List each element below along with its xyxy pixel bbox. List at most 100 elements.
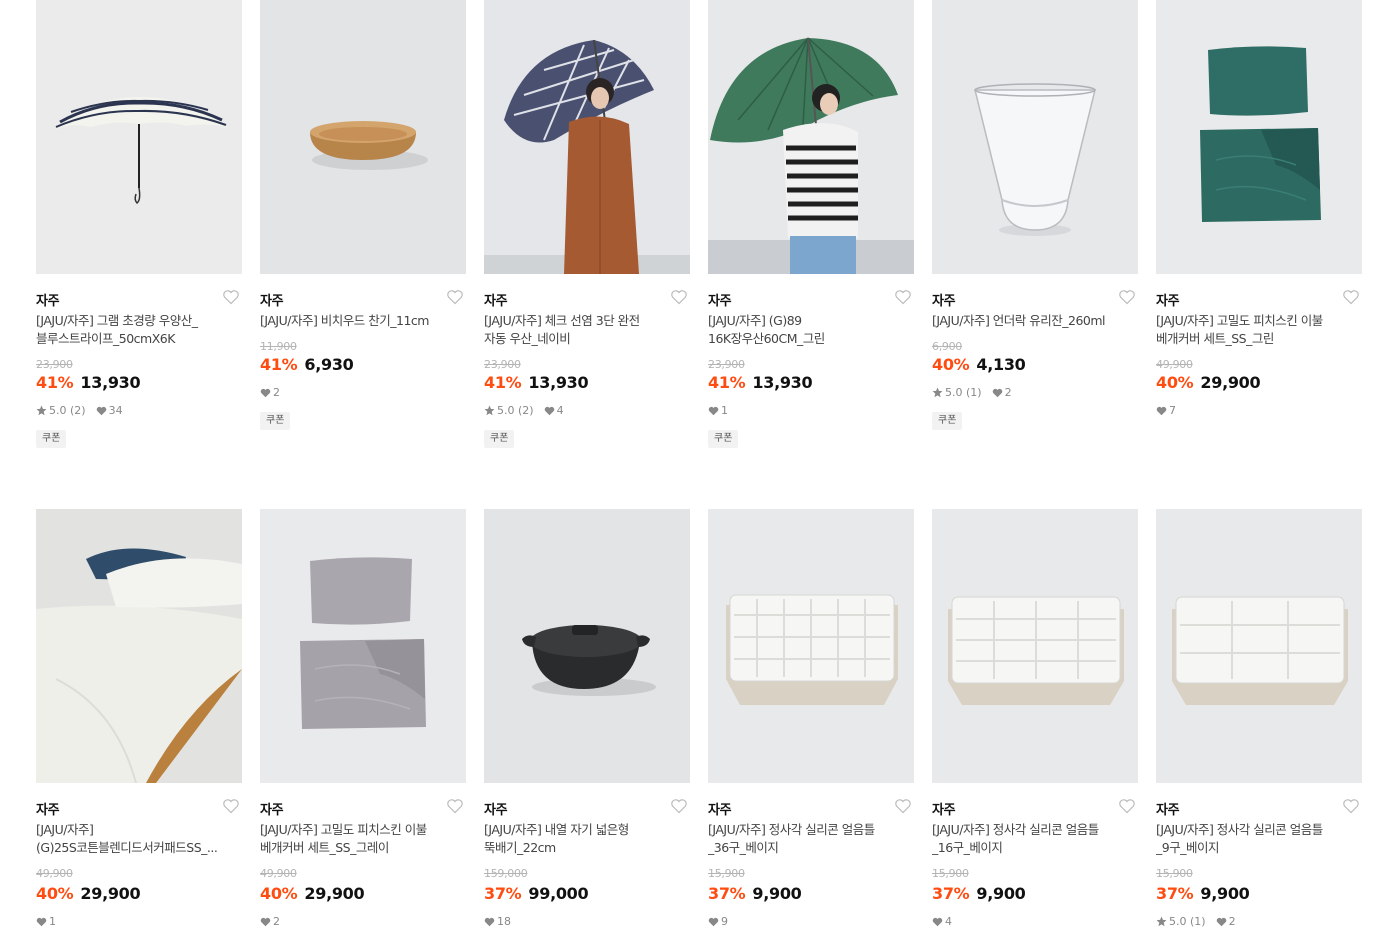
- product-name[interactable]: [JAJU/자주] 내열 자기 넓은형 뚝배기_22cm: [484, 821, 688, 857]
- sale-price: 9,900: [752, 884, 802, 903]
- product-image-white-bed[interactable]: [36, 509, 242, 783]
- coupon-badge: 쿠폰: [932, 412, 963, 430]
- coupon-badge: 쿠폰: [708, 430, 739, 448]
- discount-rate: 41%: [484, 373, 522, 392]
- like-count: 2: [273, 915, 280, 928]
- rating: 5.0 (2): [49, 404, 86, 417]
- brand-name: 자주: [484, 294, 508, 309]
- heart-icon[interactable]: [1342, 798, 1360, 814]
- original-price: 49,900: [260, 867, 297, 880]
- product-image-gray-bedding[interactable]: [260, 509, 466, 783]
- sale-price: 29,900: [80, 884, 141, 903]
- heart-icon[interactable]: [894, 798, 912, 814]
- original-price: 15,900: [932, 867, 969, 880]
- sale-price: 13,930: [80, 373, 141, 392]
- product-image-ice-tray-16[interactable]: [932, 509, 1138, 783]
- discount-rate: 41%: [36, 373, 74, 392]
- heart-filled-icon: [1216, 917, 1226, 926]
- like-count: 9: [721, 915, 728, 928]
- heart-icon[interactable]: [222, 289, 240, 305]
- rating: 5.0 (1): [945, 386, 982, 399]
- heart-icon[interactable]: [894, 289, 912, 305]
- discount-rate: 37%: [932, 884, 970, 903]
- star-icon: [1156, 916, 1167, 927]
- original-price: 11,900: [260, 340, 297, 353]
- heart-icon[interactable]: [1118, 798, 1136, 814]
- sale-price: 29,900: [304, 884, 365, 903]
- rating: 5.0 (1): [1169, 915, 1206, 928]
- product-image-green-umbrella-model[interactable]: [708, 0, 914, 274]
- heart-icon[interactable]: [446, 798, 464, 814]
- heart-filled-icon: [992, 388, 1002, 397]
- discount-rate: 40%: [36, 884, 74, 903]
- original-price: 23,900: [708, 358, 745, 371]
- discount-rate: 37%: [484, 884, 522, 903]
- sale-price: 9,900: [1200, 884, 1250, 903]
- product-name[interactable]: [JAJU/자주] 고밀도 피치스킨 이불 베개커버 세트_SS_그레이: [260, 821, 464, 857]
- sale-price: 13,930: [528, 373, 589, 392]
- like-count: 2: [1228, 915, 1236, 928]
- heart-icon[interactable]: [222, 798, 240, 814]
- like-count: 2: [273, 386, 280, 399]
- heart-icon[interactable]: [1342, 289, 1360, 305]
- heart-filled-icon: [36, 917, 47, 926]
- product-image-rock-glass[interactable]: [932, 0, 1138, 274]
- product-image-green-bedding[interactable]: [1156, 0, 1362, 274]
- product-image-ice-tray-9[interactable]: [1156, 509, 1362, 783]
- product-image-striped-umbrella[interactable]: [36, 0, 242, 274]
- product-image-wood-bowl[interactable]: [260, 0, 466, 274]
- star-icon: [36, 405, 47, 416]
- product-name[interactable]: [JAJU/자주] 고밀도 피치스킨 이불 베개커버 세트_SS_그린: [1156, 312, 1360, 348]
- original-price: 159,000: [484, 867, 528, 880]
- brand-name: 자주: [932, 803, 956, 818]
- product-name[interactable]: [JAJU/자주] 그램 초경량 우양산_ 블루스트라이프_50cmX6K: [36, 312, 240, 348]
- heart-filled-icon: [708, 406, 719, 415]
- original-price: 23,900: [484, 358, 521, 371]
- product-image-black-pot[interactable]: [484, 509, 690, 783]
- like-count: 34: [108, 404, 123, 417]
- product-name[interactable]: [JAJU/자주] (G)89 16K장우산60CM_그린: [708, 312, 912, 348]
- like-count: 4: [556, 404, 564, 417]
- product-name[interactable]: [JAJU/자주] (G)25S코튼블렌디드서커패드SS_...: [36, 821, 240, 857]
- heart-filled-icon: [1156, 406, 1167, 415]
- original-price: 15,900: [1156, 867, 1193, 880]
- product-name[interactable]: [JAJU/자주] 비치우드 찬기_11cm: [260, 312, 464, 330]
- product-name[interactable]: [JAJU/자주] 정사각 실리콘 얼음틀 _9구_베이지: [1156, 821, 1360, 857]
- heart-icon[interactable]: [1118, 289, 1136, 305]
- heart-filled-icon: [708, 917, 719, 926]
- original-price: 23,900: [36, 358, 73, 371]
- heart-filled-icon: [260, 917, 271, 926]
- brand-name: 자주: [708, 294, 732, 309]
- like-count: 1: [49, 915, 56, 928]
- discount-rate: 41%: [708, 373, 746, 392]
- discount-rate: 37%: [1156, 884, 1194, 903]
- coupon-badge: 쿠폰: [260, 412, 291, 430]
- brand-name: 자주: [1156, 803, 1180, 818]
- product-name[interactable]: [JAJU/자주] 체크 선염 3단 완전 자동 우산_네이비: [484, 312, 688, 348]
- product-image-check-umbrella-model[interactable]: [484, 0, 690, 274]
- heart-icon[interactable]: [670, 289, 688, 305]
- brand-name: 자주: [36, 294, 60, 309]
- heart-filled-icon: [260, 388, 271, 397]
- heart-filled-icon: [484, 917, 495, 926]
- brand-name: 자주: [932, 294, 956, 309]
- original-price: 49,900: [36, 867, 73, 880]
- discount-rate: 40%: [932, 355, 970, 374]
- heart-filled-icon: [932, 917, 943, 926]
- sale-price: 13,930: [752, 373, 813, 392]
- discount-rate: 40%: [260, 884, 298, 903]
- brand-name: 자주: [484, 803, 508, 818]
- like-count: 18: [497, 915, 511, 928]
- product-name[interactable]: [JAJU/자주] 언더락 유리잔_260ml: [932, 312, 1136, 330]
- product-name[interactable]: [JAJU/자주] 정사각 실리콘 얼음틀 _36구_베이지: [708, 821, 912, 857]
- heart-icon[interactable]: [446, 289, 464, 305]
- brand-name: 자주: [260, 803, 284, 818]
- product-name[interactable]: [JAJU/자주] 정사각 실리콘 얼음틀 _16구_베이지: [932, 821, 1136, 857]
- sale-price: 4,130: [976, 355, 1026, 374]
- discount-rate: 41%: [260, 355, 298, 374]
- sale-price: 9,900: [976, 884, 1026, 903]
- heart-icon[interactable]: [670, 798, 688, 814]
- product-image-ice-tray-36[interactable]: [708, 509, 914, 783]
- coupon-badge: 쿠폰: [484, 430, 515, 448]
- discount-rate: 40%: [1156, 373, 1194, 392]
